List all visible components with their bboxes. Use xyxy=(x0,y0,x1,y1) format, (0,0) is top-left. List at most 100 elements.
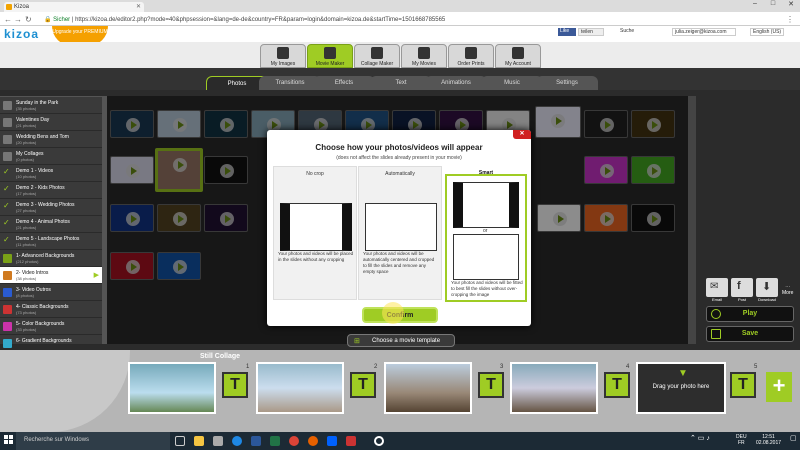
sidebar-item-demo5[interactable]: ✓ Demo 5 - Landscape Photos (11 photos) xyxy=(0,233,102,250)
option-description: Your photos and videos will be fitted to… xyxy=(451,280,523,297)
more-button[interactable]: ⋯ More xyxy=(782,284,793,296)
nav-movie-maker[interactable]: Movie Maker xyxy=(307,44,353,68)
nav-my-movies[interactable]: My Movies xyxy=(401,44,447,68)
minimize-icon[interactable]: – xyxy=(746,0,764,7)
option-heading: No crop xyxy=(306,171,324,177)
close-dialog-button[interactable]: ✕ xyxy=(513,130,531,139)
add-slide-button[interactable]: + xyxy=(766,372,792,402)
language-select[interactable]: English (US) xyxy=(750,28,784,36)
movie-icon xyxy=(324,47,336,59)
sidebar-item-video-intros[interactable]: 2- Video Intros (38 photos) ▶ xyxy=(0,267,102,284)
sidebar-item-valentines[interactable]: Valentines Day (21 photos) xyxy=(0,114,102,131)
tab-effects[interactable]: Effects xyxy=(313,76,375,90)
post-button[interactable]: f Post xyxy=(731,278,753,302)
timeline-slide[interactable] xyxy=(128,362,216,414)
close-tab-icon[interactable]: ✕ xyxy=(136,3,141,10)
timeline-slide[interactable] xyxy=(510,362,598,414)
tab-text[interactable]: Text xyxy=(370,76,432,90)
tab-settings[interactable]: Settings xyxy=(536,76,598,90)
choose-template-button[interactable]: ⊞ Choose a movie template xyxy=(347,334,455,347)
nav-label: Order Prints xyxy=(457,61,485,67)
file-explorer-icon[interactable] xyxy=(194,436,204,446)
option-smart[interactable]: Smart or Your photos and videos will be … xyxy=(445,170,527,302)
tab-transitions[interactable]: Transitions xyxy=(259,76,321,90)
sidebar-item-video-outros[interactable]: 3- Video Outros (8 photos) xyxy=(0,284,102,301)
store-icon[interactable] xyxy=(213,436,223,446)
download-button[interactable]: ⬇ Download xyxy=(756,278,778,302)
text-slide-button[interactable]: T xyxy=(478,372,504,398)
sidebar-item-wedding[interactable]: Wedding Bens and Tom (20 photos) xyxy=(0,131,102,148)
email-label: Email xyxy=(711,297,722,302)
sidebar-item-gradient-bg[interactable]: 6- Gradient Backgrounds xyxy=(0,335,102,348)
system-tray-icons[interactable]: ⌃ ▭ ♪ xyxy=(690,434,710,442)
sidebar-item-demo2[interactable]: ✓ Demo 2 - Kids Photos (17 photos) xyxy=(0,182,102,199)
task-view-icon[interactable] xyxy=(175,436,185,446)
close-window-icon[interactable]: ✕ xyxy=(782,0,800,8)
grid-scrollbar[interactable] xyxy=(688,96,696,344)
tab-animations[interactable]: Animations xyxy=(425,76,487,90)
tab-music[interactable]: Music xyxy=(481,76,543,90)
app-icon[interactable] xyxy=(346,436,356,446)
sidebar-item-color-bg[interactable]: 5- Color Backgrounds (33 photos) xyxy=(0,318,102,335)
dropbox-icon[interactable] xyxy=(327,436,337,446)
save-button[interactable]: Save xyxy=(706,326,794,342)
kizoa-logo[interactable]: kizoa xyxy=(4,27,39,41)
nav-collage-maker[interactable]: Collage Maker xyxy=(354,44,400,68)
word-icon[interactable] xyxy=(251,436,261,446)
site-search[interactable]: Suche xyxy=(620,28,634,34)
edge-icon[interactable] xyxy=(232,436,242,446)
excel-icon[interactable] xyxy=(270,436,280,446)
dialog-subtitle: (does not affect the slides already pres… xyxy=(336,155,462,161)
album-count: (35 photos) xyxy=(16,106,37,111)
secure-label: Sicher xyxy=(53,17,71,23)
option-no-crop[interactable]: No crop Your photos and videos will be p… xyxy=(273,166,357,300)
email-button[interactable]: ✉ Email xyxy=(706,278,728,302)
album-count: (17 photos) xyxy=(16,191,37,196)
taskbar-search[interactable]: Recherche sur Windows xyxy=(16,432,170,450)
user-account[interactable]: julia.zeiger@kizoa.com xyxy=(672,28,736,36)
slide-number: 2 xyxy=(374,364,378,370)
option-automatically[interactable]: Automatically Your photos and videos wil… xyxy=(358,166,442,300)
sidebar-item-classic-bg[interactable]: 4- Classic Backgrounds (73 photos) xyxy=(0,301,102,318)
menu-icon[interactable]: ⋮ xyxy=(786,15,794,24)
nav-my-images[interactable]: My Images xyxy=(260,44,306,68)
prints-icon xyxy=(465,47,477,59)
back-icon[interactable]: ← xyxy=(4,15,12,24)
date: 02.08.2017 xyxy=(756,440,782,446)
text-slide-button[interactable]: T xyxy=(604,372,630,398)
chrome-icon[interactable] xyxy=(289,436,299,446)
notifications-icon[interactable]: ▢ xyxy=(790,434,797,442)
browser-tab[interactable]: Kizoa ✕ xyxy=(4,2,144,12)
play-button[interactable]: Play xyxy=(706,306,794,322)
sidebar-item-demo4[interactable]: ✓ Demo 4 - Animal Photos (21 photos) xyxy=(0,216,102,233)
timeline-slide[interactable] xyxy=(384,362,472,414)
slide-number: 5 xyxy=(754,364,758,370)
share-button[interactable]: teilen xyxy=(578,28,604,36)
photo-drop-zone[interactable]: ▼ Drag your photo here xyxy=(636,362,726,414)
clock[interactable]: 12:51 02.08.2017 xyxy=(756,434,781,446)
forward-icon[interactable]: → xyxy=(14,15,22,24)
sidebar-item-sunday-park[interactable]: Sunday in the Park (35 photos) xyxy=(0,97,102,114)
windows-start-icon[interactable] xyxy=(4,435,14,445)
no-crop-illustration xyxy=(280,203,352,251)
maximize-icon[interactable]: □ xyxy=(764,0,782,7)
text-slide-button[interactable]: T xyxy=(222,372,248,398)
text-slide-button[interactable]: T xyxy=(730,372,756,398)
url-field[interactable]: 🔒 Sicher | https://kizoa.de/editor2.php?… xyxy=(40,14,740,24)
sidebar-item-advanced-bg[interactable]: 1- Advanced Backgrounds (212 photos) xyxy=(0,250,102,267)
timeline-slide[interactable] xyxy=(256,362,344,414)
browser-tabbar: Kizoa ✕ – □ ✕ xyxy=(0,0,800,12)
firefox-icon[interactable] xyxy=(308,436,318,446)
album-icon xyxy=(3,339,12,348)
nav-my-account[interactable]: My Account xyxy=(495,44,541,68)
sidebar-item-demo3[interactable]: ✓ Demo 3 - Wedding Photos (27 photos) xyxy=(0,199,102,216)
sidebar-item-my-collages[interactable]: My Collages (0 photos) xyxy=(0,148,102,165)
sidebar-item-demo1[interactable]: ✓ Demo 1 - Videos (10 photos) xyxy=(0,165,102,182)
film-icon xyxy=(418,47,430,59)
input-language[interactable]: DEU FR xyxy=(736,434,747,446)
facebook-like-button[interactable]: Like xyxy=(558,28,576,36)
text-slide-button[interactable]: T xyxy=(350,372,376,398)
reload-icon[interactable]: ↻ xyxy=(25,15,32,24)
recorder-icon[interactable] xyxy=(374,436,384,446)
nav-order-prints[interactable]: Order Prints xyxy=(448,44,494,68)
